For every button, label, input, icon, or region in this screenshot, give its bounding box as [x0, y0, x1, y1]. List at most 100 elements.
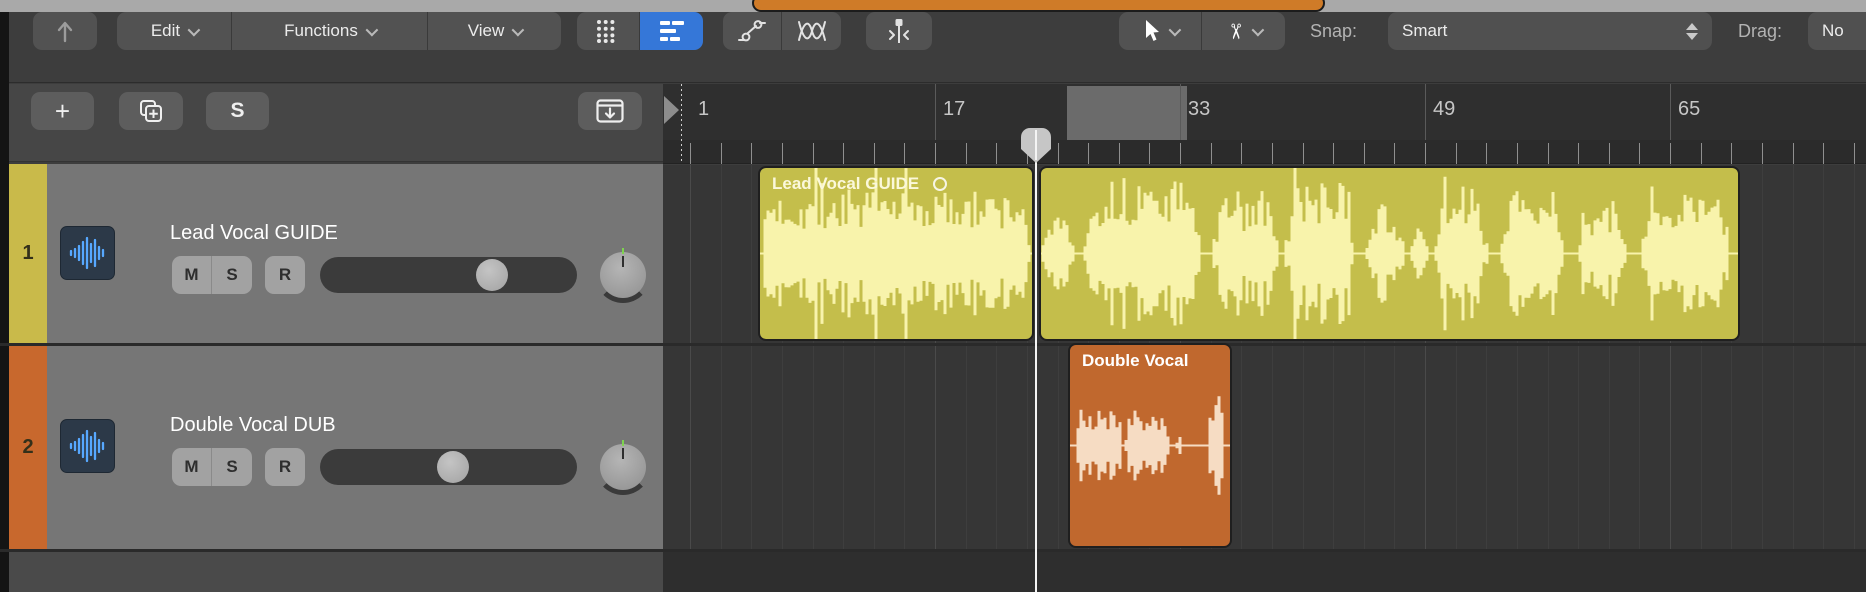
volume-slider[interactable] [320, 257, 577, 293]
mute-button[interactable]: M [172, 256, 212, 294]
bar-ruler[interactable]: 117334965 [663, 84, 1866, 140]
region-loop-indicator[interactable] [933, 177, 947, 191]
ruler-tick [1425, 143, 1426, 164]
global-solo-button[interactable]: S [206, 92, 269, 130]
ruler-bar-number: 33 [1188, 98, 1210, 121]
ruler-tick [1578, 143, 1579, 164]
grid-line [1793, 165, 1794, 592]
arrange-area-empty[interactable] [663, 549, 1866, 592]
drag-label: Drag: [1738, 12, 1782, 50]
ruler-bar-number: 65 [1678, 98, 1700, 121]
chevron-down-icon [365, 23, 378, 36]
left-click-tool-menu[interactable] [1119, 12, 1202, 50]
region-title: Double Vocal [1082, 351, 1188, 371]
ruler-bar-line [935, 84, 936, 140]
snap-label: Snap: [1310, 12, 1357, 50]
view-mode-toggle [577, 12, 703, 50]
track-header-1[interactable]: 1 Lead Vocal GUIDE M S R [9, 164, 663, 343]
playhead-handle[interactable] [1021, 128, 1051, 163]
audio-region-double-vocal[interactable]: Double Vocal [1068, 343, 1232, 548]
menu-functions-label: Functions [284, 21, 358, 41]
pan-center-tick [622, 248, 624, 254]
ruler-bar-number: 17 [943, 98, 965, 121]
ruler-tick [843, 143, 844, 164]
track-name[interactable]: Lead Vocal GUIDE [170, 222, 338, 245]
ruler-tick [1211, 143, 1212, 164]
command-click-tool-menu[interactable]: ✂ [1202, 12, 1285, 50]
pan-pointer [622, 256, 624, 267]
track-color-strip[interactable]: 1 [9, 164, 47, 343]
ruler-tick [1548, 143, 1549, 164]
track-header-2[interactable]: 2 Double Vocal DUB M S R [9, 346, 663, 549]
track-divider [0, 343, 1866, 346]
audio-waveform-icon [68, 429, 108, 463]
ruler-bar-line [1670, 84, 1671, 140]
list-view-button[interactable] [640, 12, 703, 50]
track-divider [0, 549, 1866, 552]
audio-region-lead-vocal-guide[interactable]: Lead Vocal GUIDE [758, 166, 1034, 341]
ruler-tick [1088, 143, 1089, 164]
mute-button[interactable]: M [172, 448, 212, 486]
grid-view-button[interactable] [577, 12, 640, 50]
chevron-down-icon [1251, 23, 1264, 36]
snap-select[interactable]: Smart [1388, 12, 1712, 50]
pointer-tool-icon [1143, 19, 1161, 43]
ruler-tick [966, 143, 967, 164]
audio-region-lead-vocal-guide-right[interactable] [1039, 166, 1740, 341]
ruler-bar-number: 49 [1433, 98, 1455, 121]
track-icon[interactable] [60, 419, 115, 473]
solo-button[interactable]: S [212, 448, 252, 486]
drag-value: No [1822, 21, 1844, 41]
pan-knob[interactable] [595, 439, 651, 495]
pan-center-tick [622, 440, 624, 446]
record-enable-button[interactable]: R [265, 256, 305, 294]
up-down-chevrons-icon [1686, 23, 1698, 40]
menu-functions[interactable]: Functions [232, 12, 428, 50]
audio-waveform-icon [68, 236, 108, 270]
up-arrow-icon [54, 19, 76, 43]
playback-start-marker[interactable] [664, 96, 679, 124]
ruler-tick [1241, 143, 1242, 164]
volume-slider-thumb[interactable] [476, 259, 508, 291]
menu-view-label: View [468, 21, 505, 41]
back-button[interactable] [33, 12, 97, 50]
ruler-tick [1364, 143, 1365, 164]
ruler-tick [996, 143, 997, 164]
lcd-display-edge [752, 0, 1325, 12]
volume-slider-thumb[interactable] [437, 451, 469, 483]
add-track-button[interactable]: + [31, 92, 94, 130]
track-name[interactable]: Double Vocal DUB [170, 414, 336, 437]
ruler-tick-strip[interactable] [663, 140, 1866, 164]
ruler-tick [690, 143, 691, 164]
drag-select[interactable]: No [1808, 12, 1866, 50]
ruler-tick [813, 143, 814, 164]
ruler-tick [1149, 143, 1150, 164]
waveform-graphic [1070, 345, 1230, 546]
midi-draw-button[interactable] [782, 12, 841, 50]
pan-knob[interactable] [595, 247, 651, 303]
ruler-tick [1762, 143, 1763, 164]
flex-button[interactable] [866, 12, 932, 50]
window-top-strip [0, 0, 1866, 12]
solo-button[interactable]: S [212, 256, 252, 294]
ruler-tick [1639, 143, 1640, 164]
track-color-strip[interactable]: 2 [9, 346, 47, 549]
hide-panel-down-icon [596, 99, 624, 123]
local-menu-bar: Edit Functions View [117, 12, 561, 50]
track-header-options-button[interactable] [578, 92, 642, 130]
grid-line [1854, 165, 1855, 592]
automation-button[interactable] [723, 12, 782, 50]
ruler-tick [721, 143, 722, 164]
ruler-bar-line [1180, 84, 1181, 140]
window-left-edge [0, 12, 9, 592]
duplicate-track-button[interactable] [119, 92, 183, 130]
list-icon [659, 19, 685, 43]
cycle-region[interactable] [1067, 86, 1187, 140]
menu-edit[interactable]: Edit [117, 12, 232, 50]
ruler-tick [1394, 143, 1395, 164]
record-enable-button[interactable]: R [265, 448, 305, 486]
volume-slider[interactable] [320, 449, 577, 485]
menu-view[interactable]: View [428, 12, 561, 50]
ruler-tick [904, 143, 905, 164]
track-icon[interactable] [60, 226, 115, 280]
